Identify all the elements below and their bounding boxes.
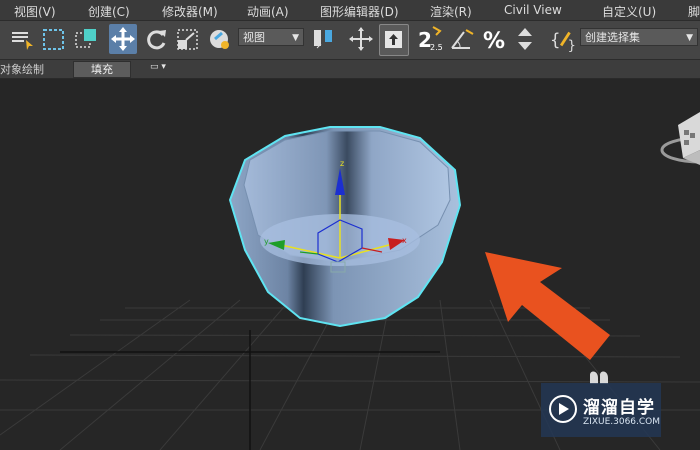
watermark: 溜溜自学 ZIXUE.3066.COM [541,383,661,437]
menu-graph-editors[interactable]: 图形编辑器(D) [320,3,399,20]
snap-toggle-icon[interactable]: 2 2.5 [416,24,444,54]
axis-label-z: z [340,159,344,168]
angle-snap-icon[interactable] [448,24,476,54]
move-icon[interactable] [109,24,137,54]
pivot-icon[interactable] [309,24,337,54]
main-toolbar: 视图 ▼ 2 2.5 % {} 创建选择集 ▼ [0,20,700,60]
annotation-arrow-icon [485,252,610,360]
chevron-down-icon: ▼ [686,33,693,43]
viewcube-icon[interactable] [660,112,700,165]
window-crossing-icon[interactable] [72,24,100,54]
axis-label-x: x [402,236,407,245]
watermark-logo-icon [549,395,577,423]
menu-create[interactable]: 创建(C) [88,3,130,20]
select-region-icon[interactable] [40,24,68,54]
view-dropdown[interactable]: 视图 ▼ [238,28,304,46]
bowl-object [228,126,462,328]
menu-customize[interactable]: 自定义(U) [602,3,656,20]
svg-text:%: % [483,29,505,54]
chevron-down-icon: ▼ [292,33,299,43]
keyboard-shortcut-icon[interactable] [379,24,409,56]
spinner-snap-icon[interactable] [511,24,539,54]
menu-bar: 视图(V) 创建(C) 修改器(M) 动画(A) 图形编辑器(D) 渲染(R) … [0,0,700,20]
fill-button[interactable]: 填充 [73,61,131,78]
percent-snap-icon[interactable]: % [480,24,508,54]
transform-gizmo-icon[interactable] [347,24,375,54]
view-dropdown-value: 视图 [243,31,265,44]
object-paint-label: 对象绘制 [0,63,44,76]
watermark-name: 溜溜自学 [583,398,655,418]
menu-view[interactable]: 视图(V) [14,3,56,20]
menu-modifiers[interactable]: 修改器(M) [162,3,218,20]
named-selection-icon[interactable]: {} [549,24,579,54]
snap-value: 2.5 [430,43,443,52]
menu-animation[interactable]: 动画(A) [247,3,289,20]
menu-civil-view[interactable]: Civil View [504,3,562,17]
selection-set-value: 创建选择集 [585,31,640,44]
svg-text:}: } [568,38,576,53]
named-selection-set-dropdown[interactable]: 创建选择集 ▼ [580,28,698,46]
svg-text:{: { [550,30,561,50]
menu-rendering[interactable]: 渲染(R) [430,3,472,20]
menu-scripting[interactable]: 脚 [688,3,700,20]
rotate-icon[interactable] [142,24,170,54]
ribbon-options-button[interactable]: ▭ ▾ [150,62,176,75]
ribbon-bar: 对象绘制 填充 ▭ ▾ [0,60,700,79]
scale-icon[interactable] [174,24,202,54]
axis-label-y: y [264,237,269,246]
selection-filter-icon[interactable] [206,24,234,54]
watermark-url: ZIXUE.3066.COM [583,417,661,427]
scene-explorer-icon[interactable] [8,24,36,54]
